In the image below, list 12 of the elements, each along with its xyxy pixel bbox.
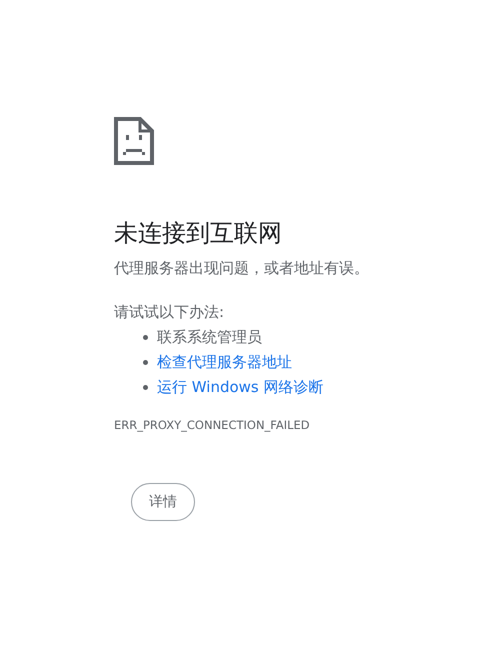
error-message: 代理服务器出现问题，或者地址有误。 — [114, 258, 370, 279]
error-heading: 未连接到互联网 — [114, 218, 283, 249]
suggestion-link[interactable]: 运行 Windows 网络诊断 — [157, 376, 324, 399]
sad-page-icon — [114, 117, 154, 165]
bullet-icon — [143, 385, 148, 390]
suggestions-intro: 请试试以下办法: — [114, 302, 226, 323]
suggestion-link[interactable]: 检查代理服务器地址 — [157, 351, 292, 374]
bullet-icon — [143, 335, 148, 340]
error-code: ERR_PROXY_CONNECTION_FAILED — [114, 417, 311, 433]
bullet-icon — [143, 360, 148, 365]
details-button[interactable]: 详情 — [131, 483, 195, 521]
suggestion-text: 联系系统管理员 — [157, 327, 262, 348]
